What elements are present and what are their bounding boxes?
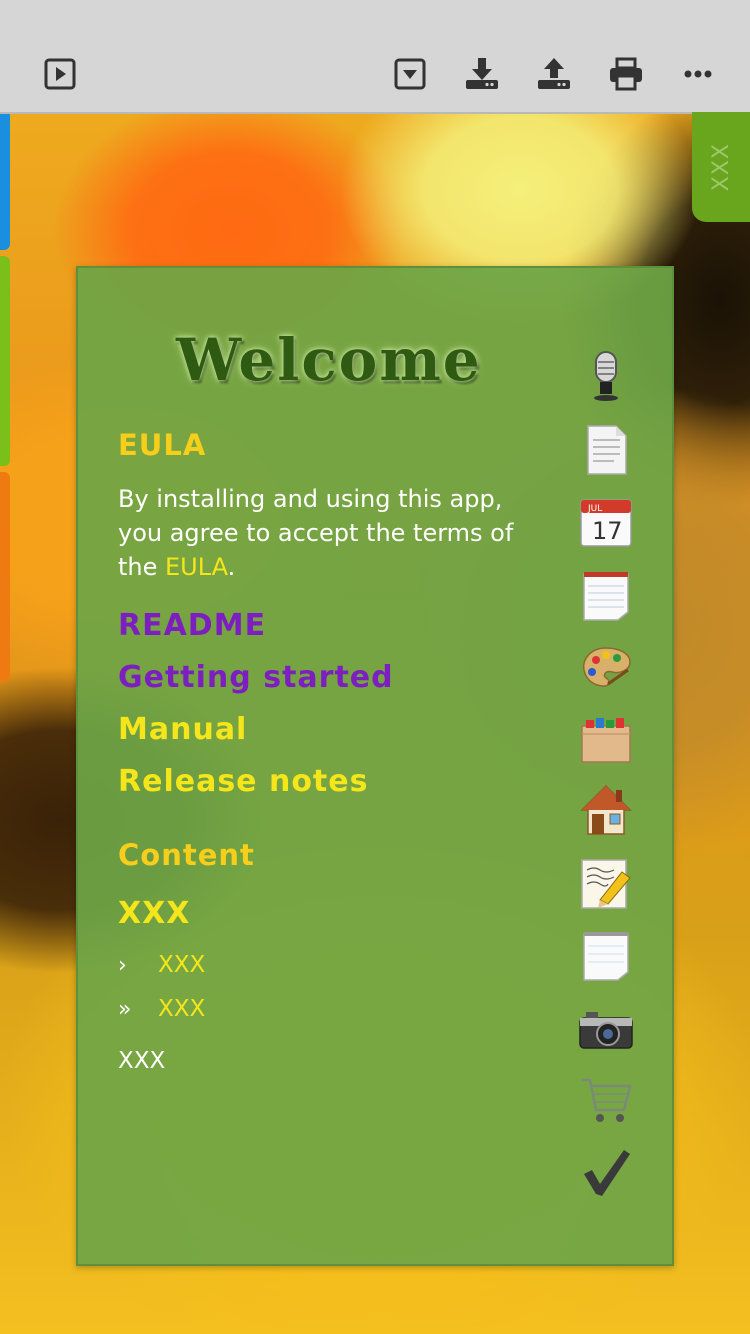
calendar-month: JUL [587,504,602,514]
welcome-panel: Welcome EULA By installing and using thi… [76,266,674,1266]
left-tab-orange[interactable] [0,472,10,682]
upload-icon [538,58,570,89]
more-icon [684,70,712,78]
checkmark-button[interactable] [578,1144,634,1200]
eula-text-end: . [227,553,236,581]
microphone-icon [594,351,618,401]
notepad-icon [583,572,629,621]
calendar-icon: JUL 17 [580,499,632,547]
print-icon [610,57,642,91]
home-icon [580,784,632,835]
cart-icon [582,1078,632,1122]
print-button[interactable] [604,52,648,96]
document-button[interactable] [578,422,634,478]
readme-link[interactable]: README [118,608,266,643]
side-tab-label: XXX [708,142,734,192]
camera-icon [579,1012,633,1049]
side-tab-right[interactable]: XXX [692,112,750,222]
checkmark-icon [584,1150,630,1196]
blank-note-icon [583,932,629,981]
page-title: Welcome [176,326,482,394]
double-chevron-right-icon: » [118,997,132,1022]
blank-note-button[interactable] [578,928,634,984]
eula-link[interactable]: EULA [165,553,228,581]
play-icon [44,58,76,90]
list-item[interactable]: » XXX [118,996,205,1022]
release-notes-link[interactable]: Release notes [118,764,368,799]
eula-heading: EULA [118,428,207,462]
eula-text: By installing and using this app, you ag… [118,482,538,584]
notepad-button[interactable] [578,568,634,624]
content-heading: Content [118,838,255,872]
top-toolbar [0,0,750,114]
more-button[interactable] [676,52,720,96]
write-note-icon [581,859,631,909]
list-item[interactable]: › XXX [118,952,205,978]
list-item-label: XXX [158,952,206,978]
dropdown-button[interactable] [388,52,432,96]
palette-button[interactable] [578,640,634,696]
document-icon [587,425,627,475]
home-button[interactable] [578,782,634,838]
dropdown-icon [394,58,426,90]
microphone-button[interactable] [578,348,634,404]
play-button[interactable] [38,52,82,96]
xxx-heading[interactable]: XXX [118,896,190,931]
plain-text-item: XXX [118,1048,166,1074]
file-box-icon [581,718,631,763]
calendar-button[interactable]: JUL 17 [578,494,634,550]
palette-icon [582,647,631,687]
manual-link[interactable]: Manual [118,712,247,747]
download-icon [466,58,498,89]
camera-button[interactable] [578,1002,634,1058]
write-note-button[interactable] [578,856,634,912]
download-button[interactable] [460,52,504,96]
file-box-button[interactable] [578,712,634,768]
left-tab-green[interactable] [0,256,10,466]
getting-started-link[interactable]: Getting started [118,660,394,695]
calendar-day: 17 [592,517,623,545]
chevron-right-icon: › [118,953,127,978]
list-item-label: XXX [158,996,206,1022]
cart-button[interactable] [578,1072,634,1128]
upload-button[interactable] [532,52,576,96]
